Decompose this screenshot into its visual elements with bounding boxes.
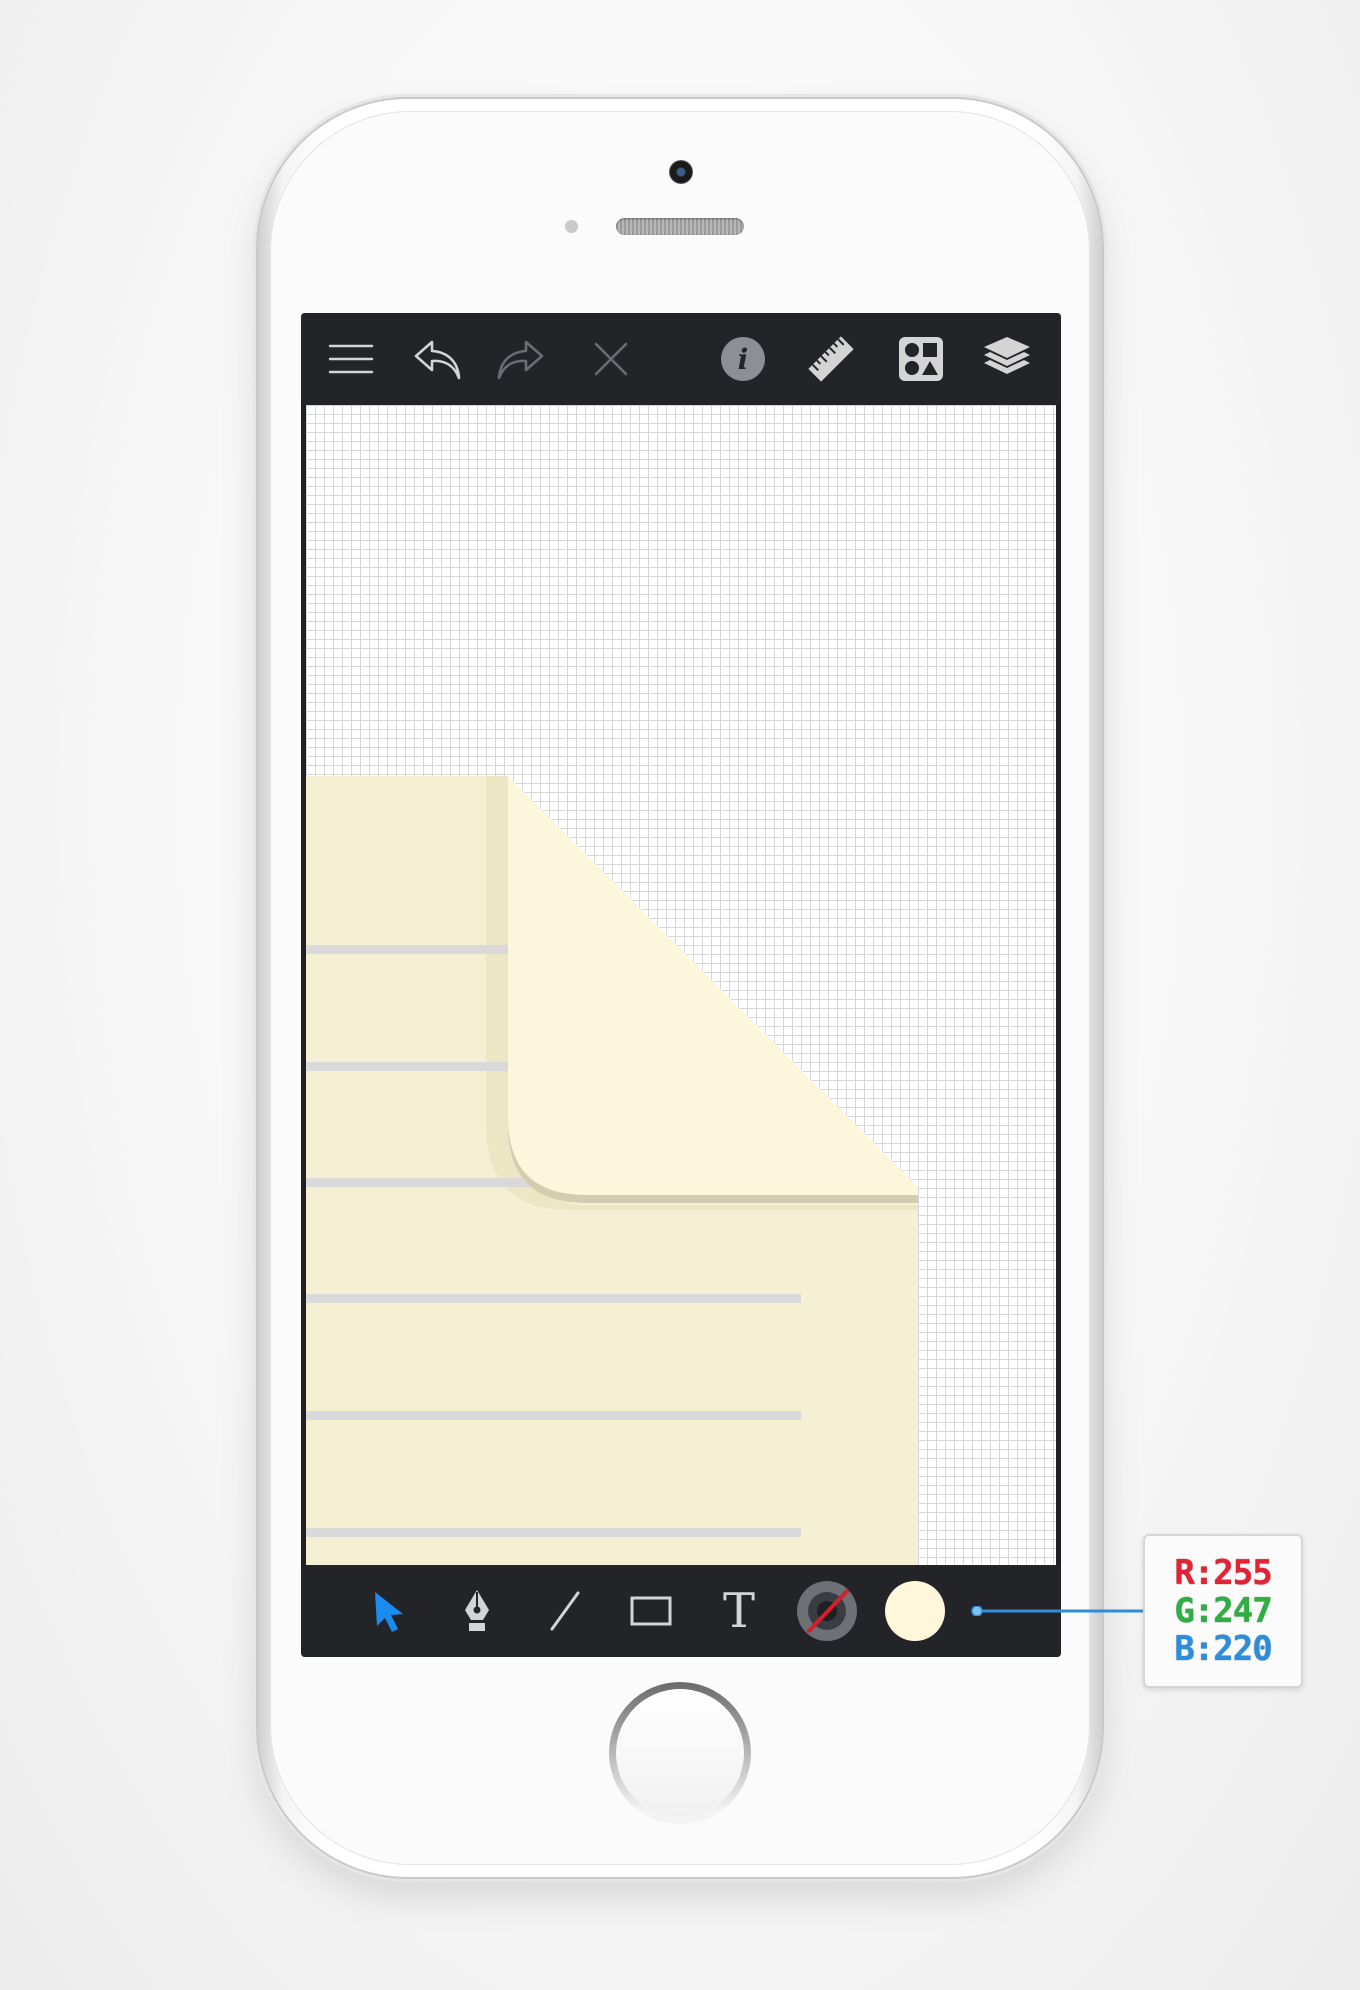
rectangle-tool-button[interactable] bbox=[619, 1579, 683, 1643]
stroke-color-icon bbox=[797, 1581, 857, 1641]
hamburger-menu-icon bbox=[328, 344, 374, 374]
shapes-library-icon bbox=[899, 337, 943, 381]
line-tool-icon bbox=[550, 1591, 580, 1631]
undo-button[interactable] bbox=[405, 327, 469, 391]
rectangle-tool-icon bbox=[630, 1596, 672, 1626]
front-camera bbox=[669, 160, 693, 184]
top-toolbar: i bbox=[301, 313, 1061, 405]
info-glyph: i bbox=[738, 343, 749, 376]
color-callout-connector bbox=[971, 1606, 1145, 1616]
info-icon: i bbox=[721, 337, 765, 381]
layers-button[interactable] bbox=[975, 327, 1039, 391]
info-button[interactable]: i bbox=[711, 327, 775, 391]
text-tool-icon: T bbox=[722, 1583, 755, 1639]
fill-color-swatch bbox=[885, 1581, 945, 1641]
text-tool-button[interactable]: T bbox=[707, 1579, 771, 1643]
menu-button[interactable] bbox=[319, 327, 383, 391]
notepaper-artwork[interactable] bbox=[306, 405, 1056, 1565]
proximity-sensor bbox=[565, 220, 578, 233]
select-tool-button[interactable] bbox=[357, 1579, 421, 1643]
redo-arrow-icon bbox=[497, 340, 544, 380]
close-x-icon bbox=[594, 342, 628, 376]
stroke-color-button[interactable] bbox=[795, 1579, 859, 1643]
ruler-icon bbox=[808, 336, 854, 382]
undo-arrow-icon bbox=[414, 340, 461, 380]
shapes-button[interactable] bbox=[889, 327, 953, 391]
layers-icon bbox=[984, 337, 1030, 374]
home-button[interactable] bbox=[609, 1682, 751, 1824]
bottom-toolbar: T bbox=[301, 1565, 1061, 1657]
close-button[interactable] bbox=[579, 327, 643, 391]
paper-flap[interactable] bbox=[508, 776, 918, 1195]
fill-color-button[interactable] bbox=[883, 1579, 947, 1643]
ruler-button[interactable] bbox=[799, 327, 863, 391]
app-screen: i T bbox=[301, 313, 1061, 1657]
pen-nib-icon bbox=[465, 1590, 489, 1631]
line-tool-button[interactable] bbox=[533, 1579, 597, 1643]
pen-tool-button[interactable] bbox=[445, 1579, 509, 1643]
earpiece-speaker bbox=[616, 218, 744, 235]
blue-value-label: B:220 bbox=[1174, 1629, 1272, 1669]
selection-arrow-icon bbox=[375, 1592, 403, 1632]
redo-button[interactable] bbox=[489, 327, 553, 391]
drawing-canvas[interactable] bbox=[306, 405, 1056, 1565]
red-value-label: R:255 bbox=[1174, 1553, 1272, 1593]
rgb-readout-panel: R:255 G:247 B:220 bbox=[1143, 1534, 1303, 1688]
green-value-label: G:247 bbox=[1174, 1591, 1272, 1631]
